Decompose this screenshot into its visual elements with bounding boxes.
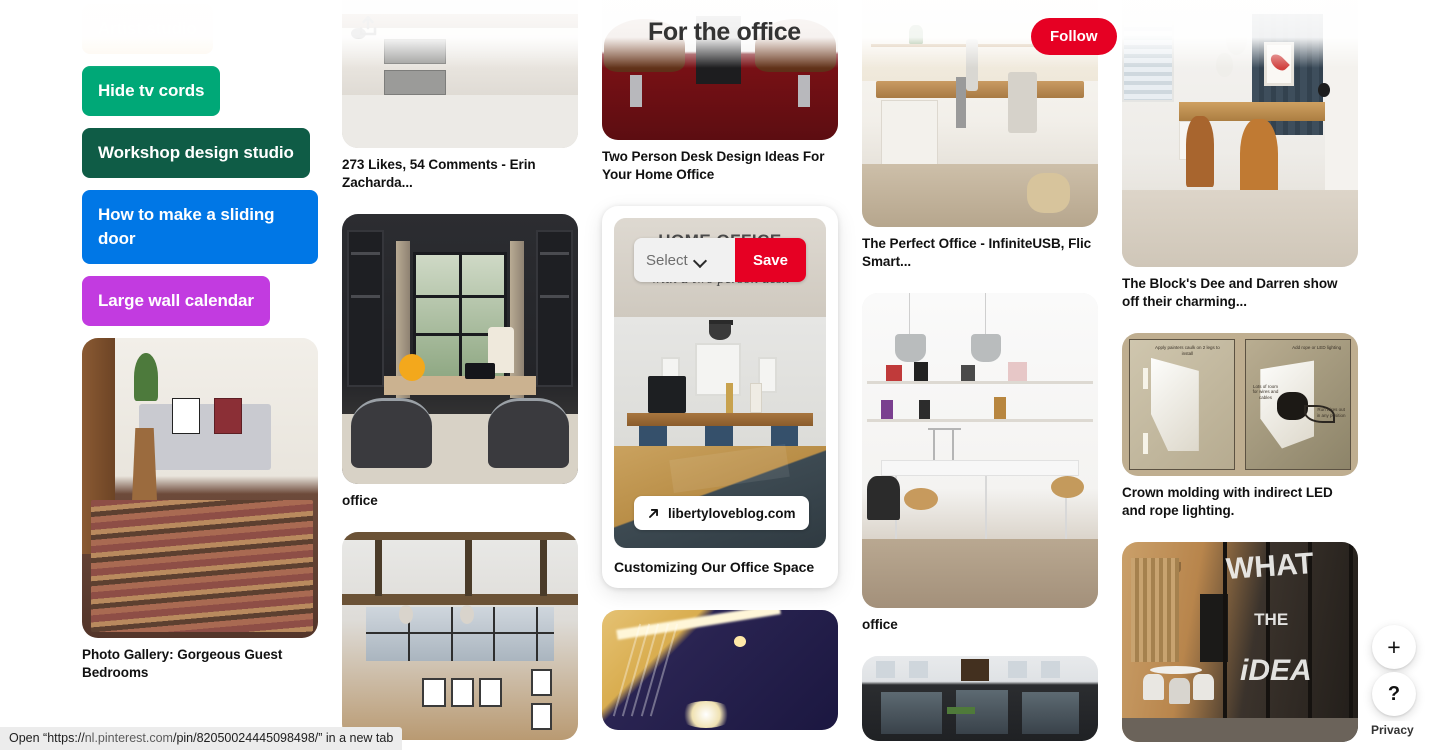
board-select-label: Select — [646, 251, 688, 269]
pin-title: The Perfect Office - InfiniteUSB, Flic S… — [862, 236, 1092, 269]
photo-loft-studio — [342, 532, 578, 740]
pin-card-office-white-studio[interactable]: office — [862, 293, 1098, 634]
question-mark-icon: ? — [1387, 683, 1401, 705]
pin-image — [342, 0, 578, 148]
pin-title: Customizing Our Office Space — [614, 559, 815, 575]
pin-masonry-grid: Artist studio Hide tv cords Workshop des… — [82, 0, 1367, 750]
pin-title: 273 Likes, 54 Comments - Erin Zacharda..… — [342, 157, 536, 190]
topic-pill-label: Hide tv cords — [98, 81, 205, 100]
statusbar-prefix: Open “https:// — [9, 731, 85, 745]
pin-column-2: 273 Likes, 54 Comments - Erin Zacharda..… — [342, 0, 578, 750]
statusbar-suffix: ” in a new tab — [318, 731, 394, 745]
crown-caption-right-low: Run wires out in any position — [1316, 407, 1346, 418]
pin-card-crown-molding[interactable]: Apply painters caulk on 2 legs to instal… — [1122, 333, 1358, 520]
pin-card-customizing-office-space-hovered[interactable]: HOME OFFICE with a two person desk — [602, 206, 838, 588]
pin-source-domain-label: libertyloveblog.com — [668, 505, 796, 521]
topic-pill-label: How to make a sliding door — [98, 205, 275, 248]
pin-title: office — [862, 617, 898, 632]
topic-pill-artist-studio[interactable]: Artist studio — [82, 4, 213, 54]
pin-card-office-dark-library[interactable]: office — [342, 214, 578, 510]
photo-crown-molding-diagram: Apply painters caulk on 2 legs to instal… — [1122, 333, 1358, 476]
save-button[interactable]: Save — [734, 238, 806, 282]
pin-title: office — [342, 493, 378, 508]
glass-word-idea: iDEA — [1240, 654, 1312, 687]
pin-card-whats-the-idea-cafe[interactable]: WHAT THE iDEA — [1122, 542, 1358, 742]
crown-caption-right-top: Add rope or LED lighting — [1292, 344, 1342, 350]
pin-card-the-block-dee-and-darren[interactable]: The Block's Dee and Darren show off thei… — [1122, 0, 1358, 311]
pin-image: HOME OFFICE with a two person desk — [614, 218, 826, 548]
pin-image — [862, 293, 1098, 608]
photo-white-studio-office — [862, 293, 1098, 608]
pin-image — [862, 656, 1098, 741]
create-pin-button[interactable]: + — [1372, 625, 1416, 669]
pin-title: Photo Gallery: Gorgeous Guest Bedrooms — [82, 647, 283, 680]
pin-column-4: The Perfect Office - InfiniteUSB, Flic S… — [862, 0, 1098, 750]
crown-caption-right-mid: Lots of room for wires and cables — [1252, 383, 1279, 401]
privacy-link[interactable]: Privacy — [1367, 721, 1418, 739]
board-select-dropdown[interactable]: Select — [634, 238, 735, 282]
topic-pill-label: Large wall calendar — [98, 291, 254, 310]
pin-title: Two Person Desk Design Ideas For Your Ho… — [602, 149, 825, 182]
browser-status-bar: Open “https://nl.pinterest.com/pin/82050… — [0, 727, 403, 750]
topic-pill-workshop-design-studio[interactable]: Workshop design studio — [82, 128, 310, 178]
topic-pill-hide-tv-cords[interactable]: Hide tv cords — [82, 66, 221, 116]
topic-pill-label: Workshop design studio — [98, 143, 294, 162]
pin-image — [1122, 0, 1358, 267]
pin-source-domain-chip[interactable]: libertyloveblog.com — [634, 496, 809, 530]
photo-gold-navy-ceiling — [602, 610, 838, 730]
pin-card-gold-navy-ceiling[interactable] — [602, 610, 838, 730]
photo-the-block-desk — [1122, 0, 1358, 267]
topic-pill-label: Artist studio — [98, 19, 197, 38]
pin-save-toolbar: Select Save — [634, 238, 806, 282]
pin-image: WHAT THE iDEA — [1122, 542, 1358, 742]
pin-image — [342, 532, 578, 740]
help-button[interactable]: ? — [1372, 672, 1416, 716]
board-title: For the office — [648, 18, 801, 46]
pin-column-5: The Block's Dee and Darren show off thei… — [1122, 0, 1358, 750]
pin-image — [602, 610, 838, 730]
follow-button[interactable]: Follow — [1031, 18, 1117, 55]
statusbar-host: nl.pinterest.com — [84, 731, 173, 745]
pin-image — [82, 338, 318, 638]
pin-column-3: Two Person Desk Design Ideas For Your Ho… — [602, 0, 838, 750]
pin-title: Crown molding with indirect LED and rope… — [1122, 485, 1333, 518]
topic-pill-large-wall-calendar[interactable]: Large wall calendar — [82, 276, 270, 326]
photo-dark-library-office — [342, 214, 578, 484]
pin-title: The Block's Dee and Darren show off thei… — [1122, 276, 1338, 309]
pin-card-erin-zacharda[interactable]: 273 Likes, 54 Comments - Erin Zacharda..… — [342, 0, 578, 192]
pinterest-board-page: Artist studio Hide tv cords Workshop des… — [0, 0, 1440, 750]
photo-building-facade — [862, 656, 1098, 741]
pin-card-guest-bedrooms[interactable]: Photo Gallery: Gorgeous Guest Bedrooms — [82, 338, 318, 682]
glass-word-what: WHAT — [1224, 546, 1315, 587]
crown-caption-left: Apply painters caulk on 2 legs to instal… — [1154, 344, 1220, 356]
pin-card-loft-studio[interactable] — [342, 532, 578, 740]
external-link-arrow-icon — [647, 507, 660, 520]
share-icon[interactable] — [356, 14, 380, 38]
plus-icon: + — [1387, 633, 1401, 660]
pin-image — [342, 214, 578, 484]
chevron-down-icon — [695, 255, 706, 266]
glass-word-the: THE — [1254, 610, 1289, 629]
photo-whats-the-idea-glass-wall: WHAT THE iDEA — [1122, 542, 1358, 742]
photo-guest-bedroom — [82, 338, 318, 638]
pin-card-building-facade[interactable] — [862, 656, 1098, 741]
pin-image: Apply painters caulk on 2 legs to instal… — [1122, 333, 1358, 476]
statusbar-path: /pin/82050024445098498/ — [172, 731, 319, 745]
pin-column-1: Artist studio Hide tv cords Workshop des… — [82, 0, 318, 704]
topic-pill-how-to-make-a-sliding-door[interactable]: How to make a sliding door — [82, 190, 318, 264]
